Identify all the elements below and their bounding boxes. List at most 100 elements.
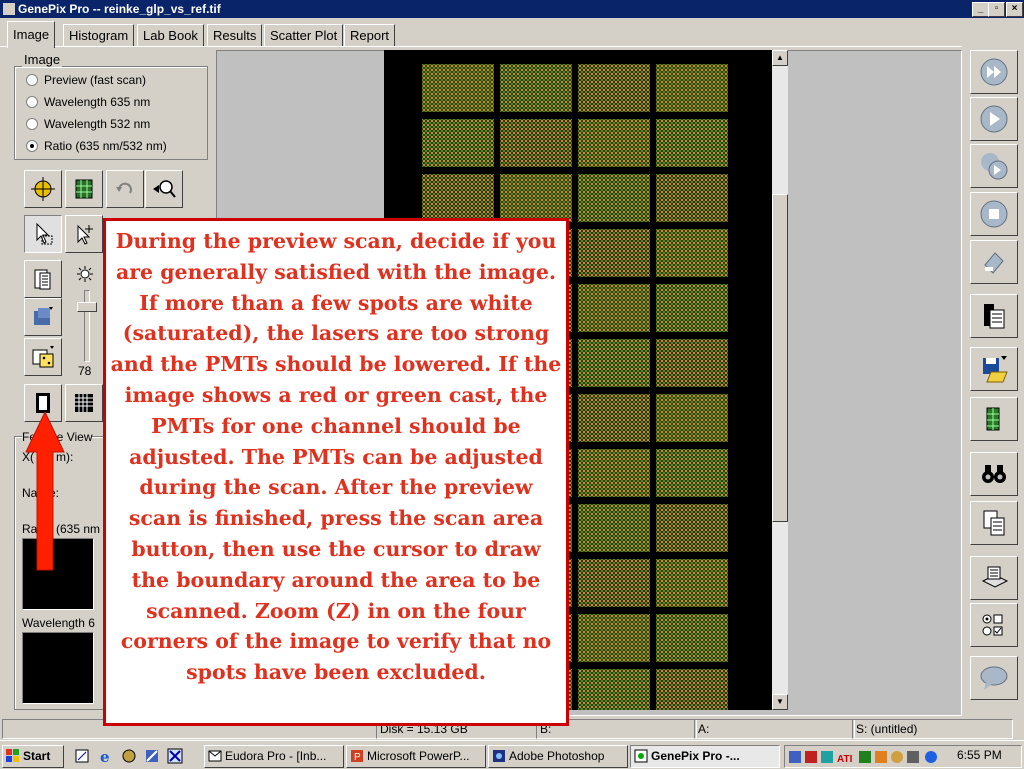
speech-bubble-icon	[980, 666, 1008, 690]
eudora-icon	[208, 749, 222, 763]
app-icon[interactable]	[3, 3, 15, 15]
array-block	[422, 174, 494, 222]
status-s: S: (untitled)	[852, 719, 1013, 739]
radio-dot	[26, 74, 38, 86]
quick-launch-edit-icon[interactable]	[73, 747, 91, 765]
open-documents-button[interactable]	[970, 294, 1018, 338]
scan-target-button[interactable]	[24, 170, 62, 208]
array-block	[578, 339, 650, 387]
brightness-value: 78	[78, 364, 92, 378]
array-block	[578, 394, 650, 442]
array-block	[656, 559, 728, 607]
array-block	[578, 64, 650, 112]
radio-ratio[interactable]: Ratio (635 nm/532 nm)	[26, 139, 167, 153]
minimize-button[interactable]: _	[972, 2, 989, 17]
radio-wavelength-635[interactable]: Wavelength 635 nm	[26, 95, 150, 109]
radio-preview[interactable]: Preview (fast scan)	[26, 73, 146, 87]
genepix-icon	[634, 749, 648, 763]
copy-icon	[983, 510, 1005, 536]
select-pointer-button[interactable]	[24, 215, 62, 253]
internet-explorer-icon[interactable]: e	[97, 747, 115, 766]
stop-icon	[980, 200, 1008, 228]
array-block	[422, 64, 494, 112]
print-button[interactable]	[970, 556, 1018, 600]
array-block	[656, 229, 728, 277]
stop-button[interactable]	[970, 192, 1018, 236]
scroll-up-button[interactable]: ▲	[772, 50, 788, 66]
quick-launch-tool-icon[interactable]	[143, 747, 161, 765]
array-block	[656, 669, 728, 710]
radio-dot	[26, 118, 38, 130]
tab-results[interactable]: Results	[207, 24, 263, 47]
binoculars-icon	[982, 465, 1006, 483]
layout-button[interactable]	[24, 298, 62, 336]
grid-icon	[75, 179, 93, 199]
save-button[interactable]	[970, 347, 1018, 391]
system-tray: ATI 6:55 PM	[784, 745, 1022, 768]
add-feature-button[interactable]	[65, 215, 103, 253]
dice-button[interactable]	[24, 338, 62, 376]
blocks-button[interactable]	[24, 260, 62, 298]
documents-icon	[984, 304, 1005, 329]
eject-button[interactable]	[970, 240, 1018, 284]
grid-settings-button[interactable]	[970, 397, 1018, 441]
taskbar-item-label: GenePix Pro -...	[651, 749, 740, 763]
array-block	[656, 504, 728, 552]
taskbar: Start e Eudora Pro - [Inb... P Microsoft …	[0, 740, 1024, 769]
tab-report[interactable]: Report	[344, 24, 396, 47]
undo-button[interactable]	[106, 170, 144, 208]
array-block	[578, 504, 650, 552]
feature-wavelength-label: Wavelength 6	[22, 616, 95, 630]
red-arrow-icon	[25, 412, 65, 571]
array-block	[578, 449, 650, 497]
array-block	[578, 559, 650, 607]
brightness-icon	[76, 265, 94, 283]
copy-button[interactable]	[970, 501, 1018, 545]
start-button[interactable]: Start	[2, 745, 64, 768]
quick-launch-x-icon[interactable]	[166, 747, 184, 765]
quick-launch-app-icon[interactable]	[120, 747, 138, 765]
help-button[interactable]	[970, 656, 1018, 700]
instruction-callout: During the preview scan, decide if you a…	[103, 218, 569, 726]
grid-button[interactable]	[65, 170, 103, 208]
taskbar-item-powerpoint[interactable]: P Microsoft PowerP...	[346, 745, 486, 768]
brightness-slider[interactable]	[77, 302, 97, 312]
eject-icon	[984, 252, 1004, 274]
tab-scatter-plot[interactable]: Scatter Plot	[264, 24, 344, 47]
start-label: Start	[23, 749, 51, 763]
scroll-thumb[interactable]	[772, 194, 788, 522]
window-title: GenePix Pro -- reinke_glp_vs_ref.tif	[18, 2, 221, 16]
tab-lab-book[interactable]: Lab Book	[137, 24, 204, 47]
radio-wavelength-532[interactable]: Wavelength 532 nm	[26, 117, 150, 131]
fast-forward-button[interactable]	[970, 50, 1018, 94]
array-block	[656, 119, 728, 167]
title-bar[interactable]: GenePix Pro -- reinke_glp_vs_ref.tif _ ▫…	[0, 0, 1024, 18]
zoom-button[interactable]	[145, 170, 183, 208]
taskbar-item-photoshop[interactable]: Adobe Photoshop	[488, 745, 628, 768]
multi-scan-button[interactable]	[970, 144, 1018, 188]
save-icon	[983, 356, 1008, 383]
layout-icon	[34, 307, 53, 325]
photoshop-icon	[492, 749, 506, 763]
tab-image[interactable]: Image	[7, 21, 56, 48]
maximize-button[interactable]: ▫	[988, 2, 1005, 17]
close-button[interactable]: ×	[1006, 2, 1023, 17]
grid-file-icon	[986, 407, 1000, 431]
radio-label: Ratio (635 nm/532 nm)	[44, 139, 167, 153]
array-icon	[75, 394, 93, 412]
array-button[interactable]	[65, 384, 103, 422]
options-button[interactable]	[970, 603, 1018, 647]
tray-icons: ATI	[789, 751, 937, 765]
play-button[interactable]	[970, 97, 1018, 141]
tab-histogram[interactable]: Histogram	[63, 24, 135, 47]
vertical-scrollbar[interactable]: ▲ ▼	[772, 50, 788, 710]
radio-dot	[26, 96, 38, 108]
array-block	[656, 449, 728, 497]
scroll-down-button[interactable]: ▼	[772, 694, 788, 710]
svg-text:P: P	[354, 752, 361, 763]
taskbar-item-genepix[interactable]: GenePix Pro -...	[630, 745, 780, 768]
tab-divider	[0, 46, 1024, 47]
taskbar-item-eudora[interactable]: Eudora Pro - [Inb...	[204, 745, 344, 768]
find-button[interactable]	[970, 452, 1018, 496]
svg-text:e: e	[100, 748, 110, 765]
